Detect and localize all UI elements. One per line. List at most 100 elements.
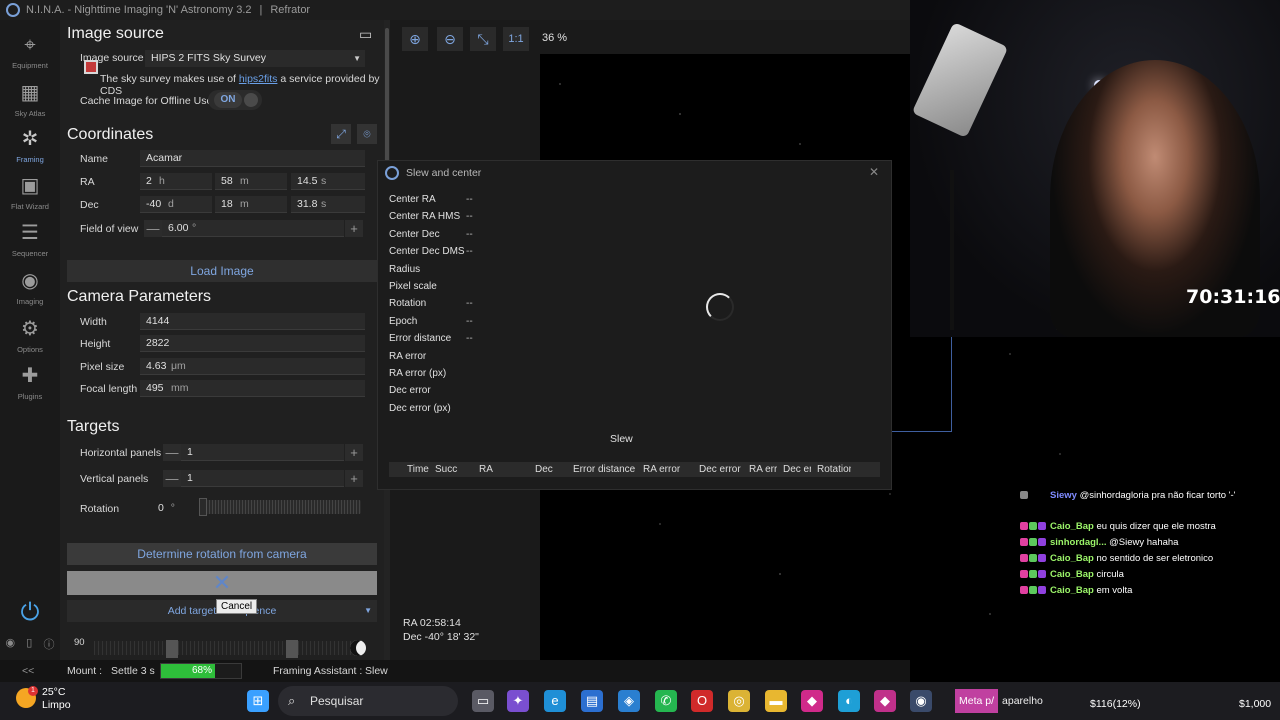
fov-increase-button[interactable]: + (345, 220, 363, 237)
taskbar-search[interactable]: ⌕ Pesquisar (278, 686, 458, 716)
dec-degrees-input[interactable]: -40 (140, 196, 212, 213)
cache-toggle[interactable]: ON (208, 90, 262, 110)
column-header[interactable]: Dec error (693, 462, 743, 477)
zoom-out-icon[interactable]: ⊖ (437, 27, 463, 51)
cancel-x-icon[interactable]: ✕ (67, 571, 377, 595)
close-icon[interactable]: ✕ (869, 161, 879, 183)
width-label: Width (80, 316, 107, 328)
app-pink-icon[interactable]: ◆ (801, 690, 823, 712)
windows-start-icon[interactable]: ⊞ (247, 690, 269, 712)
chat-badges (1020, 553, 1050, 564)
width-input[interactable]: 4144 (140, 313, 365, 330)
column-header[interactable]: RA error (637, 462, 693, 477)
result-label: Error distance (389, 333, 452, 345)
rotation-input[interactable]: 0 ° (158, 500, 175, 517)
column-header[interactable]: Dec (529, 462, 567, 477)
copilot-icon[interactable]: ✦ (507, 690, 529, 712)
sidebar-item-sequencer[interactable]: ☰ Sequencer (0, 220, 60, 258)
nina-taskbar-icon[interactable]: ◉ (910, 690, 932, 712)
column-header[interactable]: Dec err (777, 462, 811, 477)
location-pin-icon[interactable]: ⌾ (357, 124, 377, 144)
fov-decrease-button[interactable]: — (144, 220, 162, 237)
eye-icon[interactable]: ◉ (6, 636, 16, 652)
title-bar: N.I.N.A. - Nighttime Imaging 'N' Astrono… (0, 0, 910, 20)
result-value: -- (466, 333, 473, 345)
telescope-icon[interactable]: ⤢ (331, 124, 351, 144)
sidebar-item-plugins[interactable]: ✚ Plugins (0, 363, 60, 401)
goal-suffix: aparelho (1002, 695, 1043, 707)
column-header[interactable]: Rotation (811, 462, 851, 477)
load-image-button[interactable]: Load Image (67, 260, 377, 282)
power-icon[interactable]: ⏻ (15, 598, 45, 628)
app-blue-icon[interactable]: ◐ (838, 690, 860, 712)
vertical-panels-input[interactable]: 1 (181, 470, 344, 487)
slider-thumb[interactable] (199, 498, 207, 516)
one-to-one-button[interactable]: 1:1 (503, 27, 529, 51)
ra-minutes-input[interactable]: 58 (215, 173, 287, 190)
sidebar-item-options[interactable]: ⚙ Options (0, 316, 60, 354)
opera-icon[interactable]: O (691, 690, 713, 712)
chat-text: eu quis dizer que ele mostra (1096, 521, 1216, 532)
scrollbar-thumb[interactable] (385, 28, 389, 176)
column-header[interactable]: Time (389, 462, 429, 477)
sidebar-item-equipment[interactable]: ⌖ Equipment (0, 32, 60, 70)
edge-browser-icon[interactable]: e (544, 690, 566, 712)
fov-input[interactable]: 6.00 (162, 220, 344, 237)
slew-and-center-dialog: Slew and center ✕ Center RA -- Center RA H… (377, 160, 892, 490)
column-header[interactable]: RA (473, 462, 529, 477)
info-icon[interactable]: ⓘ (43, 636, 54, 652)
whatsapp-icon[interactable]: ✆ (655, 690, 677, 712)
result-label: Center RA HMS (389, 211, 461, 223)
file-explorer-icon[interactable]: ▬ (765, 690, 787, 712)
book-icon[interactable]: ▯ (26, 636, 32, 652)
chevron-down-icon[interactable]: ▼ (364, 600, 372, 622)
canvas-toolbar: ⊕ ⊖ ⤡ 1:1 36 % (390, 20, 910, 54)
column-header[interactable]: Succ (429, 462, 473, 477)
result-value: -- (466, 211, 473, 223)
sidebar-item-label: Plugins (17, 392, 43, 401)
hips2fits-link[interactable]: hips2fits (239, 73, 278, 85)
app-icon[interactable]: ◈ (618, 690, 640, 712)
image-source-select[interactable]: HIPS 2 FITS Sky Survey ▼ (145, 50, 365, 67)
bottom-slider-track[interactable] (94, 641, 354, 655)
chat-username: Siewy (1050, 490, 1080, 501)
vpanels-decrease-button[interactable]: — (163, 470, 181, 487)
sidebar-item-flat-wizard[interactable]: ▣ Flat Wizard (0, 173, 60, 211)
collapse-sidebar-button[interactable]: << (22, 660, 34, 682)
bottom-slider-thumb-right[interactable] (286, 640, 298, 658)
weather-widget[interactable]: 1 25°C Limpo (16, 686, 71, 712)
ra-hours-input[interactable]: 2 (140, 173, 212, 190)
hpanels-decrease-button[interactable]: — (163, 444, 181, 461)
column-header[interactable]: Error distance (567, 462, 637, 477)
app-magenta-icon[interactable]: ◆ (874, 690, 896, 712)
badge-icon (1020, 491, 1028, 500)
result-value: -- (466, 246, 473, 258)
height-input[interactable]: 2822 (140, 335, 365, 352)
sidebar-item-framing[interactable]: ✲ Framing (0, 126, 60, 164)
bottom-slider-thumb-left[interactable] (166, 640, 178, 658)
badge-icon (1029, 570, 1037, 579)
chat-badges (1020, 569, 1050, 580)
store-icon[interactable]: ▤ (581, 690, 603, 712)
badge-icon (1038, 570, 1046, 579)
manual-book-icon[interactable]: ▭ (359, 26, 372, 43)
ra-seconds-input[interactable]: 14.5 (291, 173, 365, 190)
task-view-icon[interactable]: ▭ (472, 690, 494, 712)
determine-rotation-button[interactable]: Determine rotation from camera (67, 543, 377, 565)
chrome-icon[interactable]: ◎ (728, 690, 750, 712)
zoom-in-icon[interactable]: ⊕ (402, 27, 428, 51)
name-input[interactable]: Acamar (140, 150, 365, 167)
horizontal-panels-input[interactable]: 1 (181, 444, 344, 461)
image-source-value: HIPS 2 FITS Sky Survey (151, 52, 266, 64)
badge-icon (1029, 538, 1037, 547)
hpanels-increase-button[interactable]: + (345, 444, 363, 461)
sidebar-item-sky-atlas[interactable]: ▦ Sky Atlas (0, 80, 60, 118)
column-header[interactable]: RA erro (743, 462, 777, 477)
fit-to-screen-icon[interactable]: ⤡ (470, 27, 496, 51)
dec-minutes-input[interactable]: 18 (215, 196, 287, 213)
rotation-slider[interactable] (199, 498, 361, 516)
dec-seconds-input[interactable]: 31.8 (291, 196, 365, 213)
vpanels-increase-button[interactable]: + (345, 470, 363, 487)
sidebar-item-imaging[interactable]: ◉ Imaging (0, 268, 60, 306)
slew-button[interactable]: Slew (610, 433, 633, 445)
